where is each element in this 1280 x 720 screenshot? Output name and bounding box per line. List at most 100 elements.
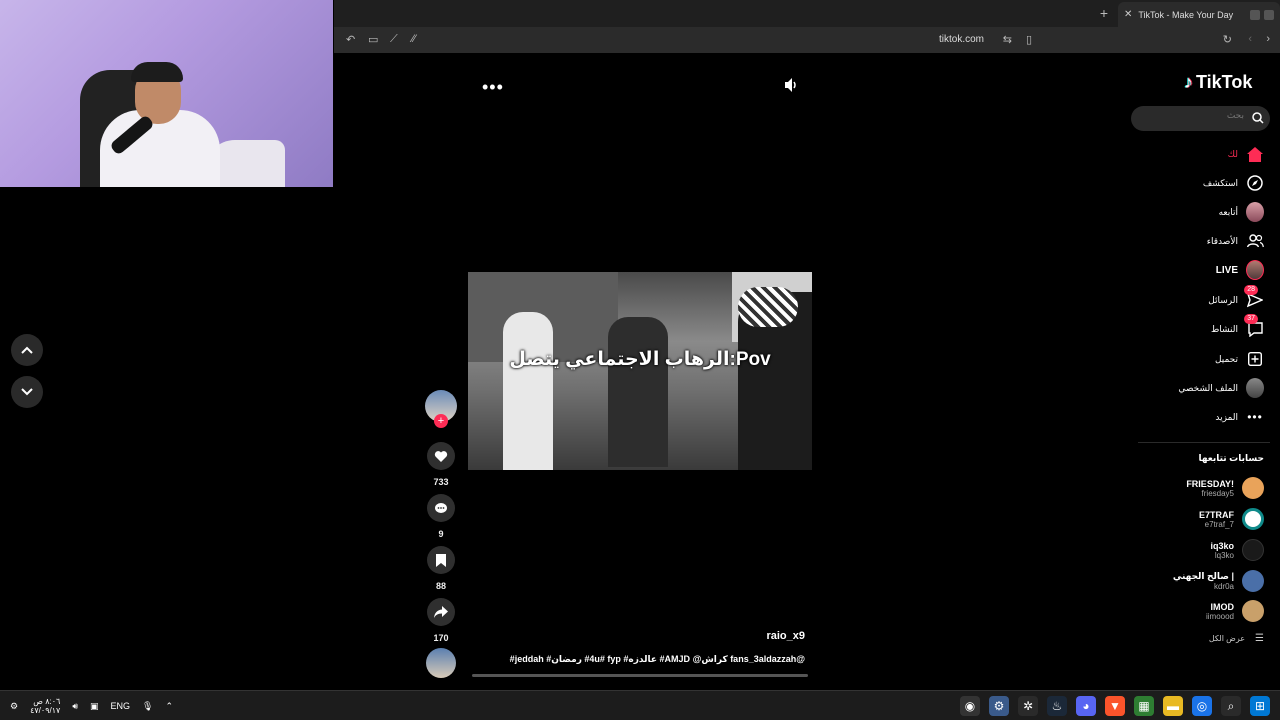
show-hidden-icons-icon[interactable]: ⌃ (165, 701, 173, 712)
see-all-button[interactable]: عرض الكل ☰ (1209, 633, 1264, 644)
taskbar: ⚙ ٨:٠٦ ص ٤٧/٠٩/١٧ 🔊︎ ▣ ENG 🎙︎ ⌃ ◉ ⚙ ✲ ♨ … (0, 690, 1280, 720)
nav-label: تحميل (1214, 353, 1238, 364)
chrome-app-icon[interactable]: ◎ (1192, 696, 1212, 716)
search-taskbar-icon[interactable]: ⌕ (1221, 696, 1241, 716)
nav-friends[interactable]: الأصدقاء (1207, 230, 1264, 252)
following-accounts-title: حسابات تتابعها (1198, 453, 1264, 463)
nav-label: لك (1227, 148, 1238, 159)
next-video-button[interactable] (11, 376, 43, 408)
search-box[interactable] (1131, 106, 1270, 131)
account-handle: e7traf_7 (1204, 519, 1234, 529)
settings-tray-icon[interactable]: ⚙ (10, 701, 18, 712)
settings-app-icon[interactable]: ⚙ (989, 696, 1009, 716)
video-username[interactable]: raio_x9 (700, 630, 805, 642)
upload-icon (1248, 352, 1262, 366)
account-avatar (1242, 477, 1264, 499)
network-tray-icon[interactable]: ▣ (90, 701, 99, 712)
nav-label: الرسائل (1208, 294, 1238, 305)
account-item[interactable]: صالح الجهني | kdr0a (1173, 568, 1264, 594)
nvidia-app-icon[interactable]: ▦ (1134, 696, 1154, 716)
like-count: 733 (433, 477, 449, 487)
compass-icon (1247, 175, 1263, 191)
video-caption: @fans_3aldazzah كراش@ AMJD# عالدزه# 4u# … (509, 654, 805, 664)
file-explorer-icon[interactable]: ▬ (1163, 696, 1183, 716)
video-progress-bar[interactable] (472, 674, 808, 677)
screen-icon[interactable]: ▭ (368, 33, 378, 46)
browser-toolbar: ↶ ▭ ⟋ ⁄⁄ tiktok.com ⇆ ▯ ↻ ‹ › (334, 27, 1280, 53)
comment-count: 9 (438, 529, 444, 539)
account-item[interactable]: iq3ko lq3ko (1210, 537, 1264, 563)
heart-icon (434, 450, 448, 462)
nav-live[interactable]: LIVE (1216, 259, 1264, 281)
clock-time: ٨:٠٦ ص (33, 697, 61, 706)
forward-icon[interactable]: › (1266, 33, 1270, 45)
new-tab-button[interactable]: + (1100, 5, 1108, 21)
search-input[interactable] (1139, 111, 1244, 121)
volume-icon[interactable] (785, 78, 797, 92)
back-icon[interactable]: ‹ (1248, 33, 1252, 45)
messages-badge: 28 (1244, 285, 1258, 295)
account-item[interactable]: FRIESDAY! friesday5 (1186, 475, 1264, 501)
browser-tab[interactable]: ✕ TikTok - Make Your Day (1118, 2, 1280, 27)
tool-icon[interactable]: ⟋ (390, 33, 398, 46)
chevron-up-icon (21, 346, 33, 354)
comment-icon (435, 502, 447, 513)
obs-app-icon[interactable]: ◉ (960, 696, 980, 716)
bookmark-icon (436, 553, 446, 567)
volume-tray-icon[interactable]: 🔊︎ (72, 701, 78, 712)
tiktok-favicon-icon (1264, 9, 1274, 20)
address-bar[interactable]: tiktok.com (939, 34, 984, 45)
video-person (608, 317, 668, 467)
nav-profile[interactable]: الملف الشخصي (1178, 377, 1264, 399)
undo-icon[interactable]: ↶ (346, 33, 355, 46)
previous-video-button[interactable] (11, 334, 43, 366)
nav-label: الملف الشخصي (1178, 382, 1238, 393)
account-handle: friesday5 (1201, 488, 1234, 498)
video-options-icon[interactable]: ••• (482, 77, 504, 98)
account-item[interactable]: E7TRAF e7traf_7 (1199, 506, 1264, 532)
like-button[interactable] (427, 442, 455, 470)
home-icon (1247, 146, 1263, 162)
nav-activity[interactable]: النشاط 37 (1211, 314, 1264, 340)
save-button[interactable] (427, 546, 455, 574)
clock[interactable]: ٨:٠٦ ص ٤٧/٠٩/١٧ (30, 697, 60, 715)
share-button[interactable] (427, 598, 455, 626)
follow-button[interactable]: + (434, 414, 448, 428)
nav-explore[interactable]: استكشف (1203, 172, 1264, 194)
tab-title: TikTok - Make Your Day (1138, 9, 1234, 20)
windows-start-icon[interactable]: ⊞ (1250, 696, 1270, 716)
search-icon[interactable] (1252, 112, 1264, 124)
gear-app-icon[interactable]: ✲ (1018, 696, 1038, 716)
brave-app-icon[interactable]: ▼ (1105, 696, 1125, 716)
language-indicator[interactable]: ENG (111, 701, 131, 711)
discord-app-icon[interactable]: ◕ (1076, 696, 1096, 716)
account-avatar (1242, 539, 1264, 561)
chevron-down-icon (21, 388, 33, 396)
video-player[interactable]: Pov:الرهاب الاجتماعي يتصل (468, 272, 812, 470)
steam-app-icon[interactable]: ♨ (1047, 696, 1067, 716)
nav-label: استكشف (1202, 177, 1238, 188)
close-tab-icon[interactable]: ✕ (1124, 9, 1132, 20)
account-handle: iimoood (1205, 611, 1234, 621)
music-disc-avatar[interactable] (426, 648, 456, 678)
nav-following[interactable]: أتابعه (1219, 201, 1264, 223)
account-item[interactable]: IMOD iimoood (1206, 598, 1264, 624)
comment-button[interactable] (427, 494, 455, 522)
account-handle: lq3ko (1214, 550, 1234, 560)
nav-messages[interactable]: الرسائل 28 (1208, 285, 1264, 311)
nav-for-you[interactable]: لك (1228, 143, 1264, 165)
activity-badge: 37 (1244, 314, 1258, 324)
nav-label: LIVE (1215, 264, 1238, 276)
bookmark-icon[interactable]: ▯ (1026, 33, 1032, 46)
tiktok-logo[interactable]: ♪ TikTok (1184, 72, 1252, 93)
see-all-label: عرض الكل (1208, 634, 1246, 643)
list-icon: ☰ (1255, 633, 1264, 644)
translate-icon[interactable]: ⁄⁄ (412, 33, 416, 45)
account-avatar (1242, 570, 1264, 592)
nav-more[interactable]: المزيد ••• (1215, 406, 1264, 428)
nav-upload[interactable]: تحميل (1215, 348, 1264, 370)
site-settings-icon[interactable]: ⇆ (1003, 33, 1012, 46)
video-headscarf (738, 287, 798, 327)
reload-icon[interactable]: ↻ (1223, 33, 1232, 46)
microphone-tray-icon[interactable]: 🎙︎ (142, 701, 153, 712)
